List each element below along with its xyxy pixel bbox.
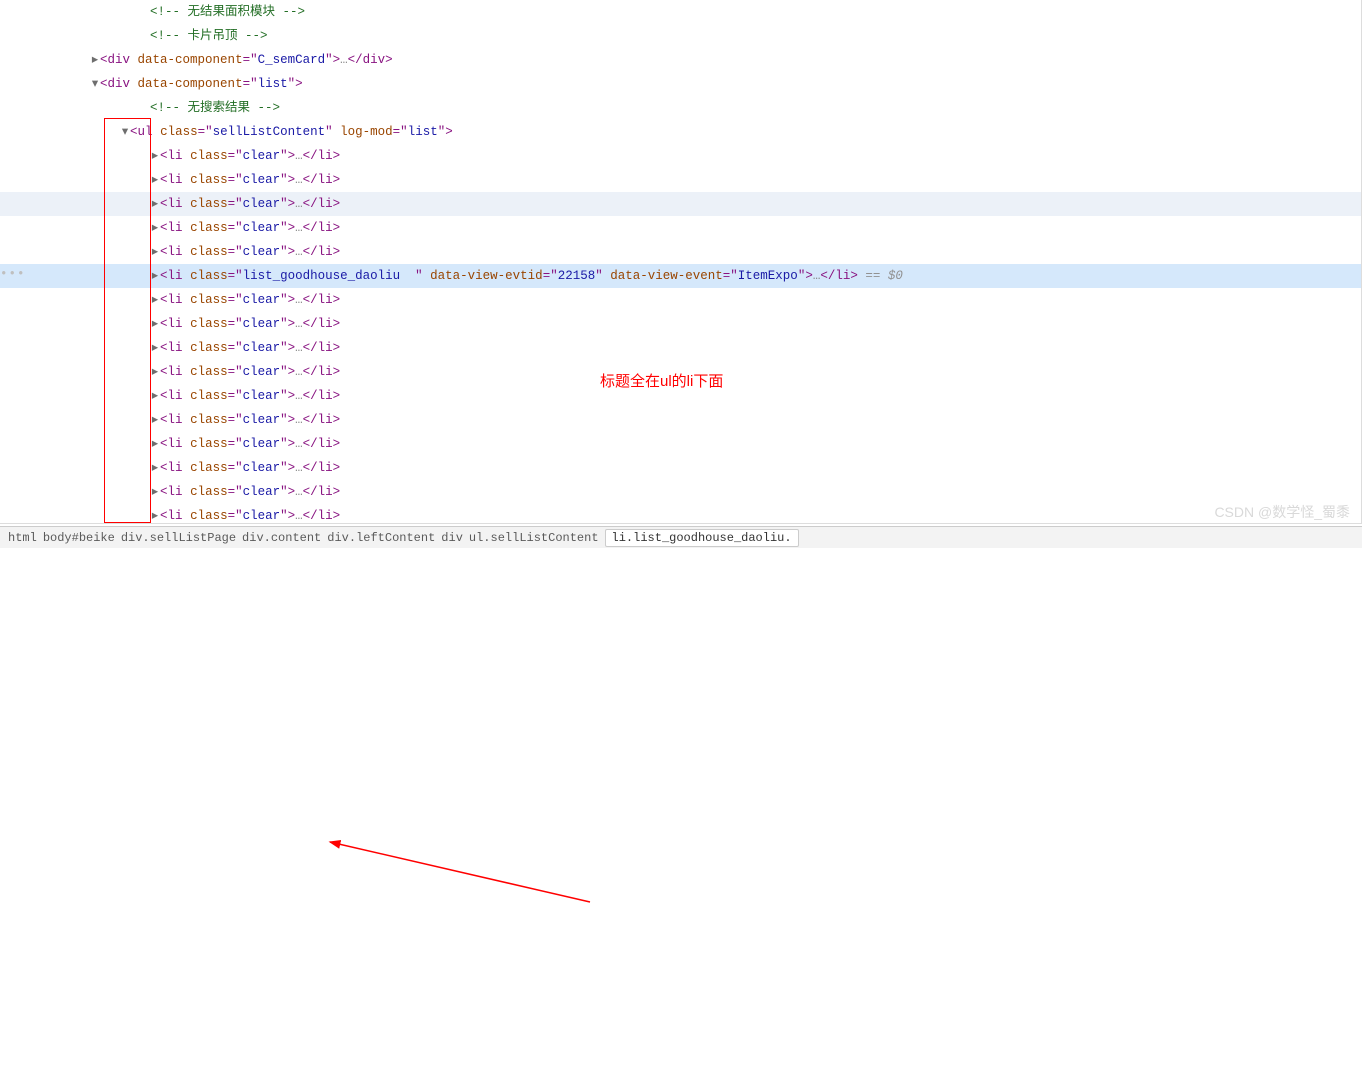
annotation-arrow: [0, 524, 1362, 1072]
expand-arrow-icon[interactable]: [150, 458, 160, 478]
dom-line[interactable]: <div data-component="C_semCard">…</div>: [0, 48, 1361, 72]
expand-arrow-icon[interactable]: [150, 290, 160, 310]
dom-line[interactable]: <div data-component="list">: [0, 72, 1361, 96]
dom-line-selected[interactable]: ••• <li class="list_goodhouse_daoliu " d…: [0, 264, 1361, 288]
dom-line[interactable]: <li class="clear">…</li>: [0, 504, 1361, 524]
dom-line[interactable]: <ul class="sellListContent" log-mod="lis…: [0, 120, 1361, 144]
breadcrumb-item[interactable]: ul.sellListContent: [469, 531, 599, 545]
expand-arrow-icon[interactable]: [150, 194, 160, 214]
dom-line[interactable]: <li class="clear">…</li>: [0, 456, 1361, 480]
expand-arrow-icon[interactable]: [150, 386, 160, 406]
dom-tree-panel[interactable]: <!-- 无结果面积模块 --> <!-- 卡片吊顶 --> <div data…: [0, 0, 1362, 524]
breadcrumb-item[interactable]: div.leftContent: [327, 531, 435, 545]
dom-line[interactable]: <li class="clear">…</li>: [0, 336, 1361, 360]
expand-arrow-icon[interactable]: [90, 50, 100, 70]
breadcrumb-item[interactable]: html: [8, 531, 37, 545]
gutter-more-icon[interactable]: •••: [0, 264, 22, 284]
expand-arrow-icon[interactable]: [150, 482, 160, 502]
expand-arrow-icon[interactable]: [150, 146, 160, 166]
expand-arrow-icon[interactable]: [150, 338, 160, 358]
dom-line[interactable]: <li class="clear">…</li>: [0, 432, 1361, 456]
collapse-arrow-icon[interactable]: [90, 74, 100, 94]
expand-arrow-icon[interactable]: [150, 314, 160, 334]
breadcrumb-item[interactable]: div: [441, 531, 463, 545]
dom-line[interactable]: <li class="clear">…</li>: [0, 192, 1361, 216]
dom-line[interactable]: <li class="clear">…</li>: [0, 408, 1361, 432]
expand-arrow-icon[interactable]: [150, 434, 160, 454]
expand-arrow-icon[interactable]: [150, 410, 160, 430]
dom-line[interactable]: <!-- 卡片吊顶 -->: [0, 24, 1361, 48]
breadcrumb-item[interactable]: div.sellListPage: [121, 531, 236, 545]
dom-line[interactable]: <!-- 无搜索结果 -->: [0, 96, 1361, 120]
breadcrumb-item[interactable]: li.list_goodhouse_daoliu.: [605, 529, 799, 547]
dom-line[interactable]: <li class="clear">…</li>: [0, 360, 1361, 384]
dom-line[interactable]: <li class="clear">…</li>: [0, 240, 1361, 264]
breadcrumb-item[interactable]: body#beike: [43, 531, 115, 545]
dom-line[interactable]: <li class="clear">…</li>: [0, 144, 1361, 168]
expand-arrow-icon[interactable]: [150, 266, 160, 286]
expand-arrow-icon[interactable]: [150, 170, 160, 190]
dom-line[interactable]: <li class="clear">…</li>: [0, 288, 1361, 312]
expand-arrow-icon[interactable]: [150, 506, 160, 524]
dom-line[interactable]: <li class="clear">…</li>: [0, 216, 1361, 240]
breadcrumb-item[interactable]: div.content: [242, 531, 321, 545]
breadcrumb-bar[interactable]: html body#beike div.sellListPage div.conten…: [0, 526, 1362, 548]
dom-line[interactable]: <!-- 无结果面积模块 -->: [0, 0, 1361, 24]
expand-arrow-icon[interactable]: [150, 218, 160, 238]
expand-arrow-icon[interactable]: [150, 242, 160, 262]
dom-line[interactable]: <li class="clear">…</li>: [0, 384, 1361, 408]
dom-line[interactable]: <li class="clear">…</li>: [0, 168, 1361, 192]
collapse-arrow-icon[interactable]: [120, 122, 130, 142]
expand-arrow-icon[interactable]: [150, 362, 160, 382]
dom-line[interactable]: <li class="clear">…</li>: [0, 312, 1361, 336]
dom-line[interactable]: <li class="clear">…</li>: [0, 480, 1361, 504]
